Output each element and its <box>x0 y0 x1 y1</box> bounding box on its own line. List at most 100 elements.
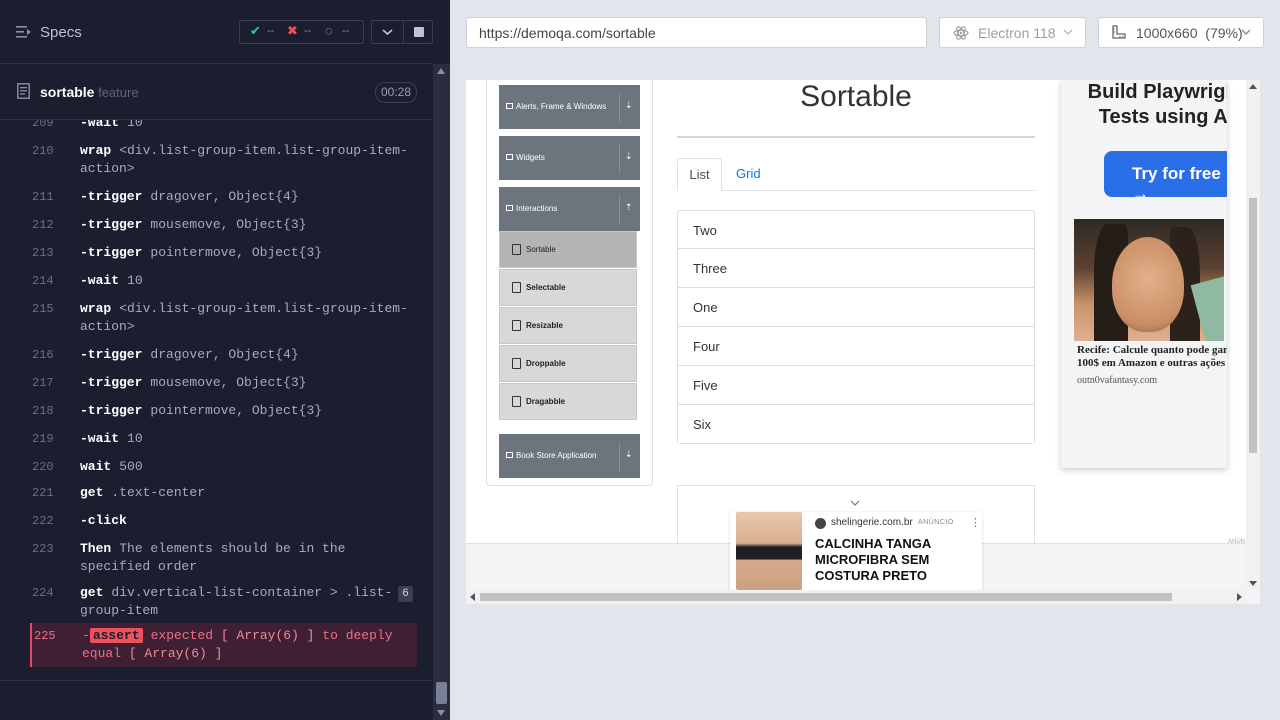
page-title: Sortable <box>800 80 912 113</box>
scroll-down-arrow-icon[interactable] <box>1249 581 1257 586</box>
command-number: 210 <box>32 144 54 158</box>
run-controls <box>371 20 433 44</box>
sidebar-item-label: Selectable <box>526 283 566 292</box>
scrollbar-thumb[interactable] <box>1249 198 1257 453</box>
command-number: 223 <box>32 542 54 556</box>
scroll-left-arrow-icon[interactable] <box>470 593 475 601</box>
command-number: 216 <box>32 348 54 362</box>
sidebar-item-label: Dragabble <box>526 397 566 406</box>
browser-name: Electron 118 <box>978 25 1056 41</box>
chevron-down-icon[interactable] <box>381 26 394 38</box>
sidebar-item-label: Sortable <box>526 245 556 254</box>
command-message: 10 <box>127 273 143 288</box>
app-under-test: Alerts, Frame & Windows ⇣ Widgets ⇣ Interact… <box>466 80 1260 604</box>
ad-title[interactable]: CALCINHA TANGA MICROFIBRA SEM COSTURA PR… <box>815 536 975 584</box>
command-name: wrap <box>80 301 112 316</box>
spec-file-ext: feature <box>94 85 139 100</box>
command-name: wait <box>80 459 112 474</box>
collapse-arrow-icon[interactable]: ⇡ <box>625 202 633 213</box>
expand-arrow-icon[interactable]: ⇣ <box>625 449 633 460</box>
vertical-list-container: Two Three One Four Five Six <box>677 210 1035 444</box>
command-name: -wait <box>80 431 120 446</box>
command-number: 222 <box>32 514 54 528</box>
scroll-up-arrow-icon[interactable] <box>437 68 445 74</box>
specs-list-icon[interactable] <box>16 25 32 39</box>
viewport-selector[interactable]: 1000x660 (79%) <box>1098 17 1264 48</box>
sidebar-group-label: Book Store Application <box>516 451 597 460</box>
command-number: 217 <box>32 376 54 390</box>
scroll-down-arrow-icon[interactable] <box>437 710 445 716</box>
sidebar-item-resizable[interactable]: Resizable <box>499 307 637 344</box>
ad-image[interactable] <box>1074 219 1224 341</box>
scrollbar-thumb[interactable] <box>436 682 447 704</box>
list-item[interactable]: Four <box>677 327 1035 366</box>
ad-site[interactable]: shelingerie.com.br <box>831 517 913 528</box>
tab-grid[interactable]: Grid <box>736 158 761 191</box>
assert-actual: [ Array(6) ] <box>220 628 315 643</box>
group-divider <box>619 94 620 122</box>
tab-bar: List Grid <box>677 158 1035 191</box>
ad-domain: outn0vafantasy.com <box>1077 375 1158 386</box>
command-body: wrap <div.list-group-item.list-group-item… <box>80 142 415 178</box>
command-log-scrollbar[interactable] <box>433 64 450 720</box>
command-body: get div.vertical-list-container > .list-g… <box>80 584 415 620</box>
ad-caption[interactable]: Recife: Calcule quanto pode ganhar 100$ … <box>1077 344 1227 370</box>
command-body: -trigger mousemove, Object{3} <box>80 216 415 234</box>
command-message: pointermove, Object{3} <box>150 245 323 260</box>
command-message: <div.list-group-item.list-group-item-act… <box>80 143 408 176</box>
list-item[interactable]: Three <box>677 249 1035 288</box>
sidebar-group[interactable]: Alerts, Frame & Windows ⇣ <box>499 85 640 129</box>
window-icon <box>506 103 513 109</box>
list-item[interactable]: Six <box>677 405 1035 444</box>
command-name: -click <box>80 513 127 528</box>
sidebar-item-selectable[interactable]: Selectable <box>499 269 637 306</box>
list-item[interactable]: One <box>677 288 1035 327</box>
command-name: -wait <box>80 273 120 288</box>
command-message: div.vertical-list-container > .list-grou… <box>80 585 393 618</box>
scrollbar-thumb[interactable] <box>480 593 1172 601</box>
list-item[interactable]: Five <box>677 366 1035 405</box>
expand-arrow-icon[interactable]: ⇣ <box>625 151 633 162</box>
command-name: -trigger <box>80 217 143 232</box>
list-item[interactable]: Two <box>677 210 1035 249</box>
browser-selector[interactable]: Electron 118 <box>939 17 1086 48</box>
bottom-advertisement[interactable]: shelingerie.com.br ANÚNCIO ⋮ CALCINHA TA… <box>730 512 982 592</box>
spec-name[interactable]: sortable feature <box>40 84 139 100</box>
command-body: -wait 10 <box>80 430 415 448</box>
ad-product-image[interactable] <box>736 512 802 590</box>
sidebar-item-dragabble[interactable]: Dragabble <box>499 383 637 420</box>
aut-horizontal-scrollbar[interactable] <box>466 590 1246 604</box>
stop-icon[interactable] <box>414 27 424 37</box>
more-options-icon[interactable]: ⋮ <box>970 516 981 529</box>
ad-image-face <box>1112 237 1184 332</box>
url-bar[interactable]: https://demoqa.com/sortable <box>466 17 927 48</box>
specs-title[interactable]: Specs <box>40 24 82 41</box>
sidebar-item-droppable[interactable]: Droppable <box>499 345 637 382</box>
sidebar-group[interactable]: Book Store Application ⇣ <box>499 434 640 478</box>
command-body: -trigger dragover, Object{4} <box>80 188 415 206</box>
tab-list[interactable]: List <box>677 158 722 191</box>
command-body: Then The elements should be in the specif… <box>80 540 415 576</box>
document-icon <box>17 83 30 99</box>
sidebar-group[interactable]: Widgets ⇣ <box>499 136 640 180</box>
sidebar-group[interactable]: Interactions ⇡ <box>499 187 640 231</box>
command-name: -trigger <box>80 375 143 390</box>
command-name: get <box>80 585 104 600</box>
sidebar-item-sortable[interactable]: Sortable <box>499 231 637 268</box>
expand-arrow-icon[interactable]: ⇣ <box>625 100 633 111</box>
scroll-up-arrow-icon[interactable] <box>1249 84 1257 89</box>
command-row-error[interactable]: 225- assert expected [ Array(6) ] to deepl… <box>30 623 417 667</box>
chevron-down-icon[interactable] <box>849 498 861 508</box>
side-advertisement[interactable]: Build Playwright Tests using AI Try for … <box>1061 80 1227 468</box>
command-message: dragover, Object{4} <box>150 189 299 204</box>
ad-cta-button[interactable]: Try for free → <box>1104 151 1227 203</box>
html5-icon <box>512 358 521 369</box>
assert-expected-value: [ Array(6) ] <box>128 646 223 661</box>
command-body: -wait 10 <box>80 272 415 290</box>
aut-vertical-scrollbar[interactable] <box>1246 80 1260 590</box>
spec-file-name: sortable <box>40 84 95 100</box>
command-number: 224 <box>32 586 54 600</box>
sidebar-group-label: Widgets <box>516 153 545 162</box>
scroll-right-arrow-icon[interactable] <box>1237 593 1242 601</box>
command-message: 500 <box>119 459 143 474</box>
